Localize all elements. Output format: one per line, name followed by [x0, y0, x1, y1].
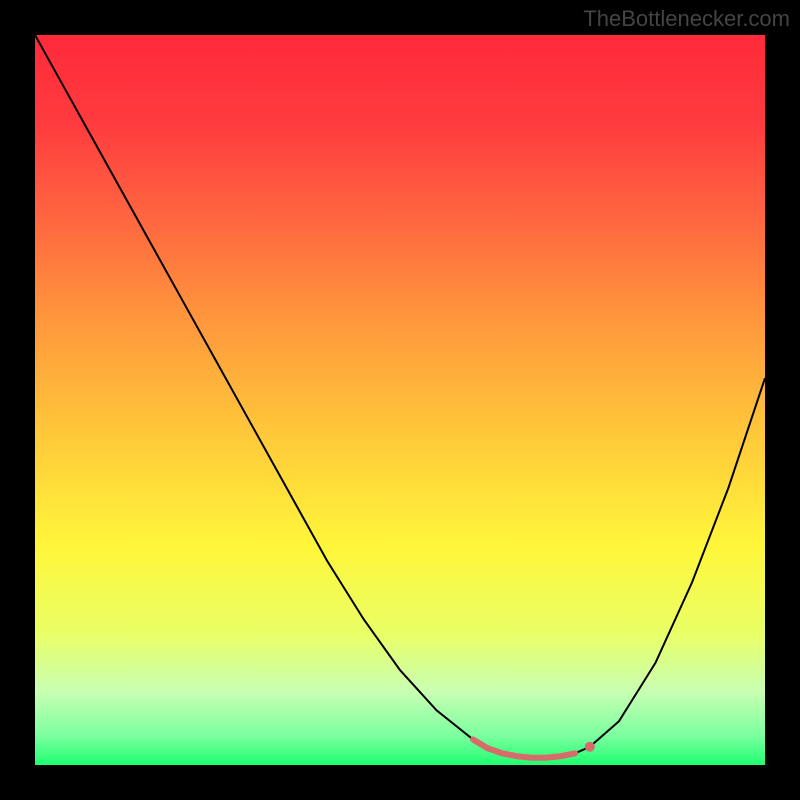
chart-svg — [35, 35, 765, 765]
highlight-dot — [585, 742, 595, 752]
chart-plot-area — [35, 35, 765, 765]
watermark-text: TheBottlenecker.com — [583, 6, 790, 32]
chart-background — [35, 35, 765, 765]
